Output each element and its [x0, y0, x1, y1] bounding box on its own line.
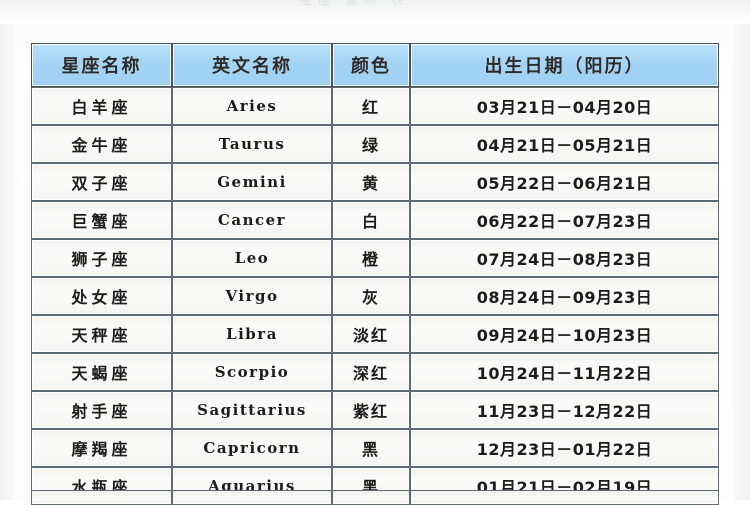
cell-english-name: Gemini [172, 163, 332, 201]
table-row: 射手座 Sagittarius 紫红 11月23日－12月22日 [31, 391, 719, 429]
cell-color: 绿 [332, 125, 410, 163]
table-row: 白羊座 Aries 红 03月21日－04月20日 [31, 87, 719, 125]
cell-color: 灰 [332, 277, 410, 315]
bottom-cutoff-row [31, 490, 719, 500]
cell-english-name: Libra [172, 315, 332, 353]
cell-chinese-name: 处女座 [31, 277, 172, 315]
scanned-page: 星座 查询 表 星座名称 英文名称 颜色 出生日期（阳历） 白羊座 Aries 红 0… [0, 0, 750, 505]
cell-chinese-name: 摩羯座 [31, 429, 172, 467]
cell-chinese-name: 巨蟹座 [31, 201, 172, 239]
table-row: 天蝎座 Scorpio 深红 10月24日－11月22日 [31, 353, 719, 391]
cell-birth-date: 12月23日－01月22日 [410, 429, 719, 467]
cell-color: 淡红 [332, 315, 410, 353]
cell-chinese-name: 天秤座 [31, 315, 172, 353]
table-row: 摩羯座 Capricorn 黑 12月23日－01月22日 [31, 429, 719, 467]
cell-english-name: Aries [172, 87, 332, 125]
column-header-color: 颜色 [332, 43, 410, 87]
cell-color: 紫红 [332, 391, 410, 429]
cell-color: 橙 [332, 239, 410, 277]
column-header-english-name: 英文名称 [172, 43, 332, 87]
column-header-chinese-name: 星座名称 [31, 43, 172, 87]
cell-english-name: Taurus [172, 125, 332, 163]
table-row: 天秤座 Libra 淡红 09月24日－10月23日 [31, 315, 719, 353]
table-row: 处女座 Virgo 灰 08月24日－09月23日 [31, 277, 719, 315]
cell-english-name: Sagittarius [172, 391, 332, 429]
cell-chinese-name: 白羊座 [31, 87, 172, 125]
table-header: 星座名称 英文名称 颜色 出生日期（阳历） [31, 43, 719, 87]
table-row: 狮子座 Leo 橙 07月24日－08月23日 [31, 239, 719, 277]
cell-birth-date: 06月22日－07月23日 [410, 201, 719, 239]
cell-english-name: Virgo [172, 277, 332, 315]
column-header-birth-date: 出生日期（阳历） [410, 43, 719, 87]
cut-cell-3 [332, 490, 410, 500]
cell-chinese-name: 射手座 [31, 391, 172, 429]
table-body: 白羊座 Aries 红 03月21日－04月20日 金牛座 Taurus 绿 04月21日－0… [31, 87, 719, 505]
cut-cell-4 [410, 490, 719, 500]
cell-english-name: Scorpio [172, 353, 332, 391]
cut-cell-2 [172, 490, 332, 500]
cell-birth-date: 11月23日－12月22日 [410, 391, 719, 429]
cell-birth-date: 03月21日－04月20日 [410, 87, 719, 125]
cell-color: 红 [332, 87, 410, 125]
cell-english-name: Cancer [172, 201, 332, 239]
page-left-margin [0, 0, 18, 500]
cell-birth-date: 04月21日－05月21日 [410, 125, 719, 163]
cell-birth-date: 08月24日－09月23日 [410, 277, 719, 315]
table-header-row: 星座名称 英文名称 颜色 出生日期（阳历） [31, 43, 719, 87]
cell-color: 白 [332, 201, 410, 239]
cell-chinese-name: 双子座 [31, 163, 172, 201]
cell-birth-date: 07月24日－08月23日 [410, 239, 719, 277]
zodiac-reference-table: 星座名称 英文名称 颜色 出生日期（阳历） 白羊座 Aries 红 03月21日－04… [31, 43, 719, 505]
cell-birth-date: 10月24日－11月22日 [410, 353, 719, 391]
table-row: 双子座 Gemini 黄 05月22日－06月21日 [31, 163, 719, 201]
cell-chinese-name: 天蝎座 [31, 353, 172, 391]
cut-cell-1 [31, 490, 172, 500]
cell-english-name: Leo [172, 239, 332, 277]
table-row: 巨蟹座 Cancer 白 06月22日－07月23日 [31, 201, 719, 239]
cell-birth-date: 05月22日－06月21日 [410, 163, 719, 201]
cell-chinese-name: 金牛座 [31, 125, 172, 163]
cell-english-name: Capricorn [172, 429, 332, 467]
page-right-margin [730, 0, 750, 500]
cell-color: 黄 [332, 163, 410, 201]
cell-chinese-name: 狮子座 [31, 239, 172, 277]
cell-color: 深红 [332, 353, 410, 391]
cell-birth-date: 09月24日－10月23日 [410, 315, 719, 353]
top-cutoff-text: 星座 查询 表 [300, 0, 409, 8]
table-row: 金牛座 Taurus 绿 04月21日－05月21日 [31, 125, 719, 163]
cell-color: 黑 [332, 429, 410, 467]
top-cutoff-strip: 星座 查询 表 [0, 0, 750, 24]
